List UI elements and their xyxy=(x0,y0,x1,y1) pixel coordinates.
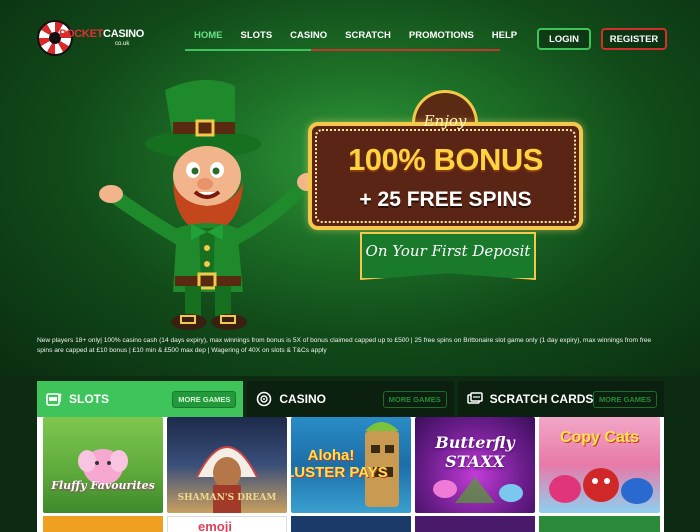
game-title: Copy Cats xyxy=(559,429,640,446)
pink-elephant-icon xyxy=(78,449,128,485)
slots-more-games-button[interactable]: MORE GAMES xyxy=(172,391,237,408)
sign-enjoy-text: Enjoy xyxy=(423,112,467,130)
scratch-card-icon xyxy=(466,392,483,404)
game-tile-emoji[interactable]: emoji xyxy=(167,516,287,532)
slot-machine-icon xyxy=(46,393,62,406)
tab-scratch-cards-label: SCRATCH CARDS xyxy=(489,392,594,406)
game-title: emoji xyxy=(198,519,232,532)
site-logo[interactable]: POCKETCASINO co.uk xyxy=(37,20,144,60)
game-tile-partial[interactable] xyxy=(43,516,163,532)
game-tile-partial[interactable] xyxy=(539,516,660,532)
game-tile-aloha[interactable]: Aloha! CLUSTER PAYS xyxy=(291,417,411,513)
casino-more-games-button[interactable]: MORE GAMES xyxy=(382,391,447,408)
login-button[interactable]: LOGIN xyxy=(537,28,591,50)
bonus-sign[interactable]: Enjoy 100% BONUS + 25 FREE SPINS On Your… xyxy=(308,90,583,288)
tab-scratch-cards[interactable]: SCRATCH CARDS MORE GAMES xyxy=(457,381,664,417)
tab-casino-label: CASINO xyxy=(279,392,326,406)
logo-pocket-text: POCKET xyxy=(59,28,104,40)
games-section: SLOTS MORE GAMES CASINO MORE GAMES SCRAT… xyxy=(0,376,700,532)
logo-domain: co.uk xyxy=(115,41,130,47)
nav-underline xyxy=(185,49,500,51)
logo-casino-text: CASINO xyxy=(103,28,145,40)
sign-spins-text: + 25 FREE SPINS xyxy=(359,188,532,211)
tab-slots[interactable]: SLOTS MORE GAMES xyxy=(37,381,244,417)
game-tile-shamans-dream[interactable]: SHAMAN'S DREAM xyxy=(167,417,287,513)
roulette-icon xyxy=(257,391,272,407)
sign-deposit-text: On Your First Deposit xyxy=(365,242,531,260)
hero-banner: POCKETCASINO co.uk HOME SLOTS CASINO SCR… xyxy=(0,0,700,376)
register-button[interactable]: REGISTER xyxy=(601,28,667,50)
scratch-more-games-button[interactable]: MORE GAMES xyxy=(592,391,657,408)
game-title: Fluffy Favourites xyxy=(51,479,155,492)
game-title: Butterfly STAXX xyxy=(435,433,515,471)
bonus-disclaimer: New players 18+ only| 100% casino cash (… xyxy=(37,337,652,354)
game-tile-fluffy-favourites[interactable]: Fluffy Favourites xyxy=(43,417,163,513)
leprechaun-mascot xyxy=(99,79,317,330)
game-tile-butterfly-staxx[interactable]: Butterfly STAXX xyxy=(415,417,535,513)
game-tile-partial[interactable] xyxy=(415,516,535,532)
sign-bonus-text: 100% BONUS xyxy=(348,142,543,177)
game-title: SHAMAN'S DREAM xyxy=(177,493,277,503)
game-tile-partial[interactable] xyxy=(291,516,411,532)
game-title: Aloha! CLUSTER PAYS xyxy=(291,447,388,481)
game-grid: Fluffy Favourites SHAMAN'S DREAM Aloha! … xyxy=(37,417,664,532)
tab-casino[interactable]: CASINO MORE GAMES xyxy=(247,381,454,417)
game-tile-copy-cats[interactable]: Copy Cats xyxy=(539,417,660,513)
tab-slots-label: SLOTS xyxy=(69,392,110,406)
game-tabs: SLOTS MORE GAMES CASINO MORE GAMES SCRAT… xyxy=(37,381,664,417)
